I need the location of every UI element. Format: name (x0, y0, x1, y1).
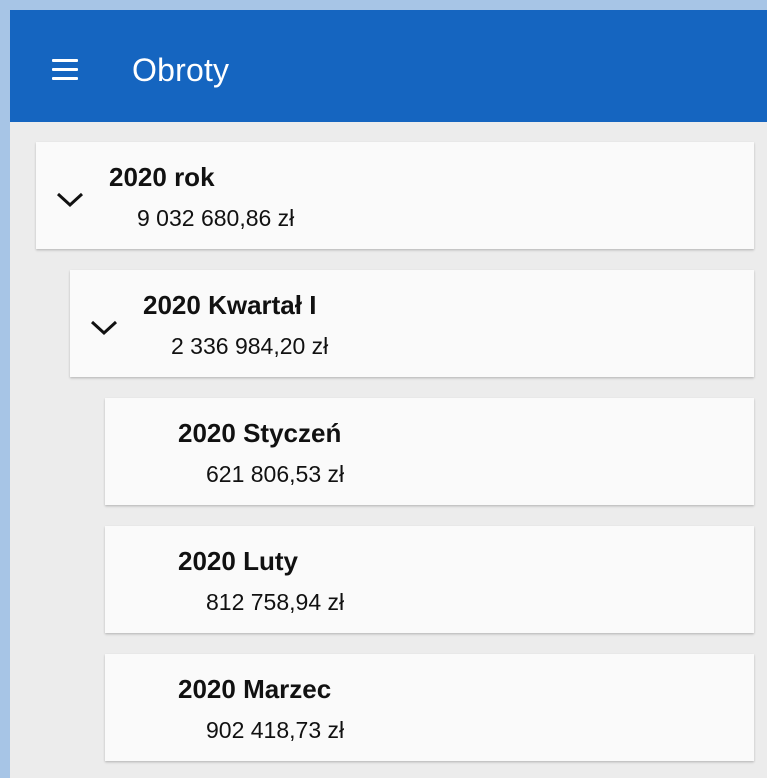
year-title: 2020 rok (109, 162, 215, 192)
device-frame: Obroty 2020 rok 9 032 680,86 zł 2020 Kwa… (0, 0, 767, 778)
quarter-value: 2 336 984,20 zł (171, 333, 329, 359)
month-title: 2020 Marzec (178, 674, 332, 704)
month-value: 902 418,73 zł (206, 717, 345, 743)
page-title: Obroty (132, 52, 230, 88)
tree-node-month[interactable]: 2020 Styczeń 621 806,53 zł (105, 398, 754, 505)
month-title: 2020 Luty (178, 546, 298, 576)
month-title: 2020 Styczeń (178, 418, 342, 448)
quarter-title: 2020 Kwartał I (143, 290, 317, 320)
menu-bar-line (52, 77, 78, 80)
tree-node-month[interactable]: 2020 Luty 812 758,94 zł (105, 526, 754, 633)
month-value: 621 806,53 zł (206, 461, 345, 487)
chevron-down-icon[interactable] (52, 188, 88, 212)
hamburger-menu-icon[interactable] (40, 46, 88, 94)
app-bar: Obroty (10, 10, 767, 122)
chevron-down-icon[interactable] (86, 316, 122, 340)
app-screen: Obroty 2020 rok 9 032 680,86 zł 2020 Kwa… (10, 10, 767, 778)
tree-node-quarter[interactable]: 2020 Kwartał I 2 336 984,20 zł (70, 270, 754, 377)
tree-node-year[interactable]: 2020 rok 9 032 680,86 zł (36, 142, 754, 249)
menu-bar-line (52, 68, 78, 71)
year-value: 9 032 680,86 zł (137, 205, 295, 231)
month-value: 812 758,94 zł (206, 589, 345, 615)
tree-node-month[interactable]: 2020 Marzec 902 418,73 zł (105, 654, 754, 761)
menu-bar-line (52, 59, 78, 62)
